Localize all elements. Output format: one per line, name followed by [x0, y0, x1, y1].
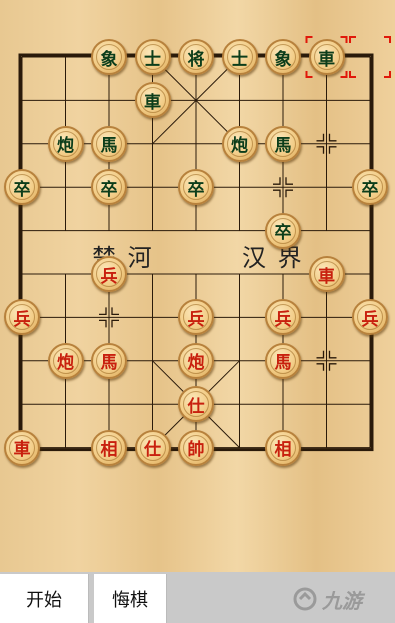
piece-label: 帥 [187, 440, 205, 461]
piece-label: 車 [144, 92, 161, 113]
piece-label: 兵 [187, 309, 205, 330]
piece-b-xiang-2[interactable]: 象 [265, 39, 301, 75]
piece-r-che-2[interactable]: 車 [4, 429, 40, 466]
selection-to-corner [384, 71, 391, 78]
piece-r-pao-1[interactable]: 炮 [47, 342, 84, 379]
position-mark [111, 319, 119, 328]
piece-label: 士 [231, 49, 248, 70]
position-mark [316, 133, 325, 142]
selection-from-corner [305, 71, 313, 78]
piece-label: 仕 [144, 440, 161, 461]
piece-label: 炮 [231, 136, 248, 157]
piece-b-ma-1[interactable]: 馬 [91, 125, 127, 162]
piece-b-zu-1[interactable]: 卒 [4, 169, 40, 206]
piece-label: 兵 [100, 266, 118, 287]
position-mark [328, 363, 337, 371]
piece-label: 車 [318, 266, 335, 287]
piece-label: 相 [274, 440, 292, 461]
undo-button[interactable]: 悔棋 [94, 574, 167, 623]
piece-r-shuai[interactable]: 帥 [178, 429, 214, 466]
position-mark [316, 363, 325, 371]
piece-b-jiang[interactable]: 将 [178, 39, 214, 75]
piece-label: 相 [100, 440, 118, 461]
position-mark [273, 177, 281, 185]
piece-r-xiang-2[interactable]: 相 [265, 429, 301, 466]
piece-b-zu-5[interactable]: 卒 [265, 212, 301, 249]
position-mark [328, 133, 337, 142]
position-mark [111, 307, 119, 316]
piece-label: 士 [144, 49, 161, 70]
selection-from-corner [340, 36, 348, 43]
position-mark [328, 350, 337, 359]
piece-label: 仕 [187, 396, 205, 417]
piece-label: 車 [318, 49, 335, 70]
piece-label: 馬 [274, 136, 292, 157]
piece-label: 兵 [361, 309, 379, 330]
piece-b-che-2[interactable]: 車 [134, 82, 171, 119]
position-mark [316, 146, 325, 154]
piece-label: 兵 [13, 309, 31, 330]
piece-b-zu-2[interactable]: 卒 [91, 169, 127, 206]
piece-r-shi-1[interactable]: 仕 [178, 386, 214, 423]
piece-label: 象 [100, 49, 118, 70]
position-mark [99, 307, 107, 316]
piece-b-zu-3[interactable]: 卒 [178, 169, 214, 206]
piece-r-pao-2[interactable]: 炮 [178, 342, 214, 379]
piece-label: 象 [274, 49, 292, 70]
position-mark [285, 177, 293, 185]
selection-from-corner [340, 71, 348, 78]
piece-b-che-1[interactable]: 車 [308, 39, 345, 75]
watermark-icon [293, 587, 317, 611]
piece-b-shi-1[interactable]: 士 [134, 39, 171, 75]
piece-label: 馬 [100, 353, 118, 374]
position-mark [99, 319, 107, 328]
piece-label: 卒 [187, 179, 205, 200]
position-mark [273, 189, 281, 198]
watermark-text: 九游 [322, 588, 362, 613]
piece-label: 馬 [100, 136, 118, 157]
piece-label: 将 [187, 49, 205, 70]
piece-r-ma-1[interactable]: 馬 [91, 342, 127, 379]
piece-label: 兵 [274, 309, 292, 330]
piece-b-ma-2[interactable]: 馬 [265, 125, 301, 162]
piece-b-pao-2[interactable]: 炮 [221, 125, 258, 162]
piece-b-xiang-1[interactable]: 象 [91, 39, 127, 75]
piece-b-pao-1[interactable]: 炮 [47, 125, 84, 162]
piece-r-bing-1[interactable]: 兵 [91, 256, 127, 292]
piece-label: 卒 [274, 223, 292, 244]
piece-label: 卒 [100, 179, 118, 200]
piece-r-shi-2[interactable]: 仕 [134, 429, 171, 466]
piece-label: 炮 [187, 353, 205, 374]
piece-r-ma-2[interactable]: 馬 [265, 342, 301, 379]
piece-label: 馬 [274, 353, 292, 374]
piece-label: 車 [13, 440, 31, 461]
piece-label: 卒 [361, 179, 379, 200]
selection-to-corner [384, 36, 391, 43]
selection-to-corner [349, 71, 356, 78]
piece-label: 卒 [13, 179, 31, 200]
watermark-logo: 九游 [292, 578, 392, 620]
selection-from-corner [305, 36, 313, 43]
piece-r-che-1[interactable]: 車 [308, 256, 345, 292]
position-mark [328, 146, 337, 154]
start-button[interactable]: 开始 [0, 574, 89, 623]
piece-label: 炮 [57, 136, 74, 157]
piece-b-zu-4[interactable]: 卒 [352, 169, 388, 206]
piece-label: 炮 [57, 353, 74, 374]
position-mark [285, 189, 293, 198]
piece-r-xiang-1[interactable]: 相 [91, 429, 127, 466]
position-mark [316, 350, 325, 359]
selection-to-corner [349, 36, 356, 43]
piece-b-shi-2[interactable]: 士 [221, 39, 258, 75]
